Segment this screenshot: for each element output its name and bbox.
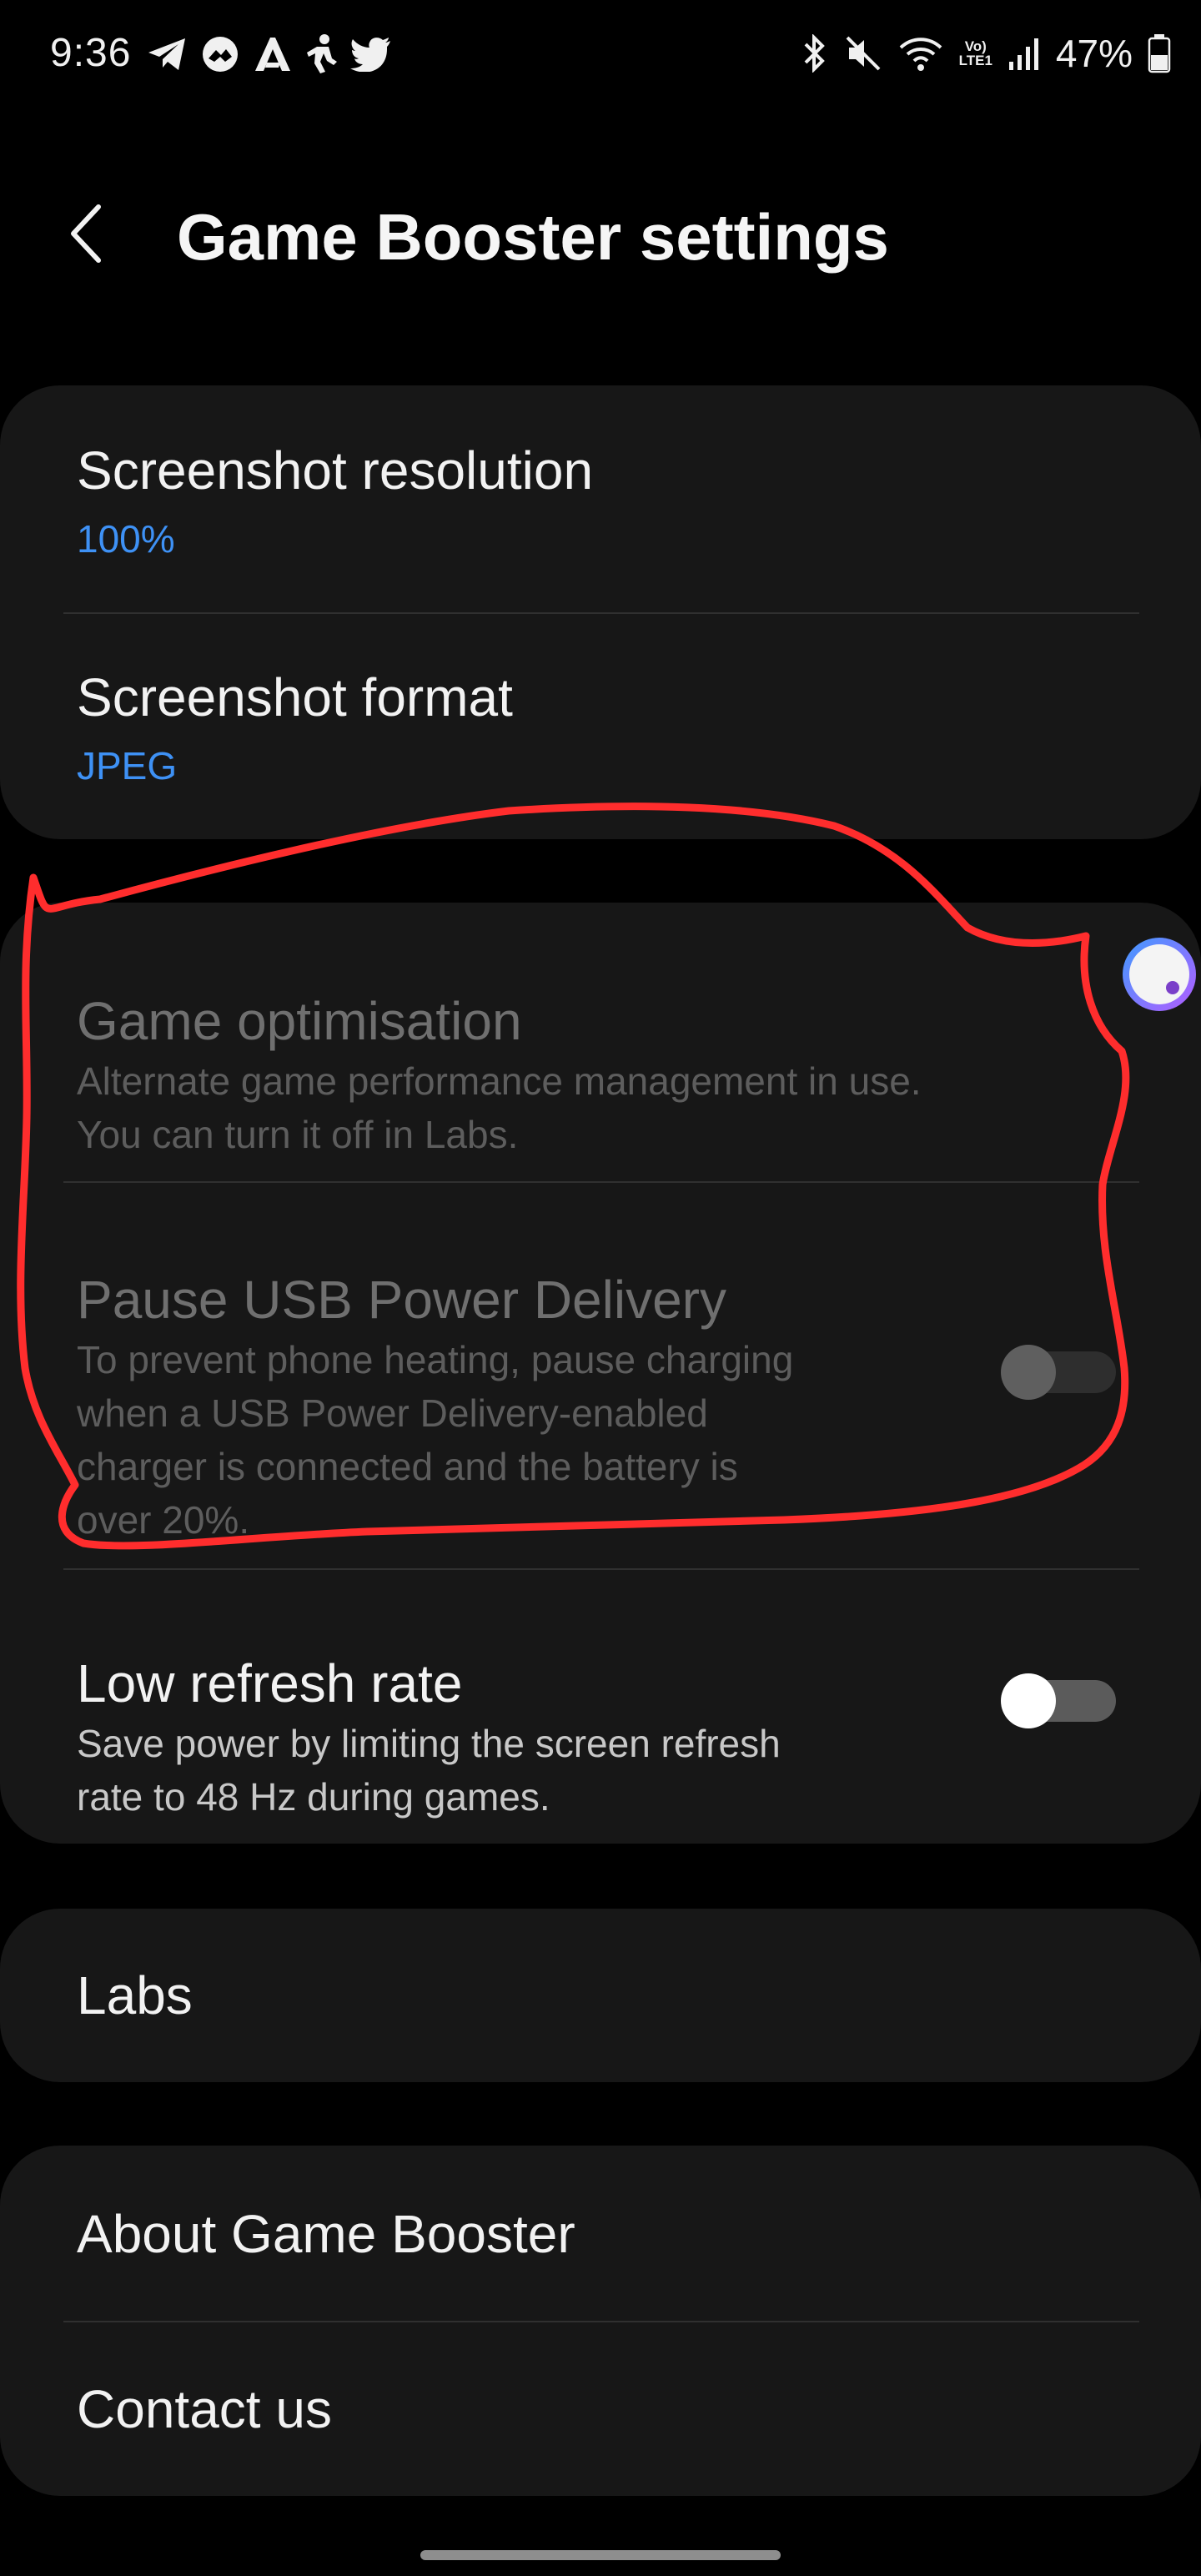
low-refresh-rate-toggle[interactable] <box>1001 1673 1116 1728</box>
labs-title: Labs <box>77 1965 193 2025</box>
battery-icon <box>1148 33 1171 73</box>
performance-settings-card: Game optimisation Alternate game perform… <box>0 903 1201 1844</box>
status-time: 9:36 <box>50 31 132 75</box>
pause-usb-power-delivery-item[interactable]: Pause USB Power Delivery To prevent phon… <box>0 1183 1201 1568</box>
contact-us-item[interactable]: Contact us <box>0 2322 1201 2496</box>
status-bar: 9:36 Vo) LTE1 47% <box>0 0 1201 108</box>
back-button[interactable] <box>65 194 132 277</box>
screenshot-resolution-title: Screenshot resolution <box>77 440 594 501</box>
arc-icon <box>252 34 292 74</box>
toggle-knob <box>1001 1345 1056 1400</box>
page-title: Game Booster settings <box>177 200 889 274</box>
navigation-gesture-handle[interactable] <box>420 2550 781 2560</box>
volte-bottom-label: LTE1 <box>958 53 992 68</box>
screenshot-resolution-value: 100% <box>77 517 175 561</box>
game-optimisation-description: Alternate game performance management in… <box>77 1059 922 1156</box>
toggle-knob <box>1001 1673 1056 1728</box>
runner-icon <box>304 33 339 75</box>
screenshot-format-value: JPEG <box>77 744 178 787</box>
screenshot-resolution-item[interactable]: Screenshot resolution 100% <box>0 385 1201 612</box>
signal-icon <box>1008 35 1041 72</box>
twitter-icon <box>350 37 392 72</box>
battery-percentage: 47% <box>1055 32 1133 75</box>
notification-icons <box>147 33 392 75</box>
pause-usb-power-delivery-title: Pause USB Power Delivery <box>77 1270 726 1330</box>
floating-assistant-bubble[interactable] <box>1118 933 1201 1016</box>
low-refresh-rate-item[interactable]: Low refresh rate Save power by limiting … <box>0 1570 1201 1844</box>
about-game-booster-title: About Game Booster <box>77 2204 575 2264</box>
about-game-booster-item[interactable]: About Game Booster <box>0 2146 1201 2321</box>
pause-usb-power-delivery-toggle[interactable] <box>1001 1345 1116 1400</box>
contact-us-title: Contact us <box>77 2379 332 2439</box>
bluetooth-icon <box>801 34 829 73</box>
low-refresh-rate-description: Save power by limiting the screen refres… <box>77 1722 781 1819</box>
screenshot-settings-card: Screenshot resolution 100% Screenshot fo… <box>0 385 1201 839</box>
chevron-left-icon <box>65 200 107 271</box>
labs-card: Labs <box>0 1909 1201 2082</box>
telegram-icon <box>147 36 188 73</box>
screenshot-format-item[interactable]: Screenshot format JPEG <box>0 614 1201 839</box>
pause-usb-power-delivery-description: To prevent phone heating, pause charging… <box>77 1338 794 1542</box>
wifi-icon <box>897 34 944 73</box>
labs-item[interactable]: Labs <box>0 1909 1201 2082</box>
messenger-icon <box>200 34 240 74</box>
volte-icon: Vo) LTE1 <box>959 39 992 68</box>
low-refresh-rate-title: Low refresh rate <box>77 1653 463 1713</box>
game-optimisation-title: Game optimisation <box>77 991 522 1051</box>
mute-icon <box>844 34 882 73</box>
game-optimisation-item[interactable]: Game optimisation Alternate game perform… <box>0 903 1201 1181</box>
screenshot-format-title: Screenshot format <box>77 667 513 727</box>
about-card: About Game Booster Contact us <box>0 2146 1201 2496</box>
system-icons: Vo) LTE1 47% <box>801 30 1171 77</box>
